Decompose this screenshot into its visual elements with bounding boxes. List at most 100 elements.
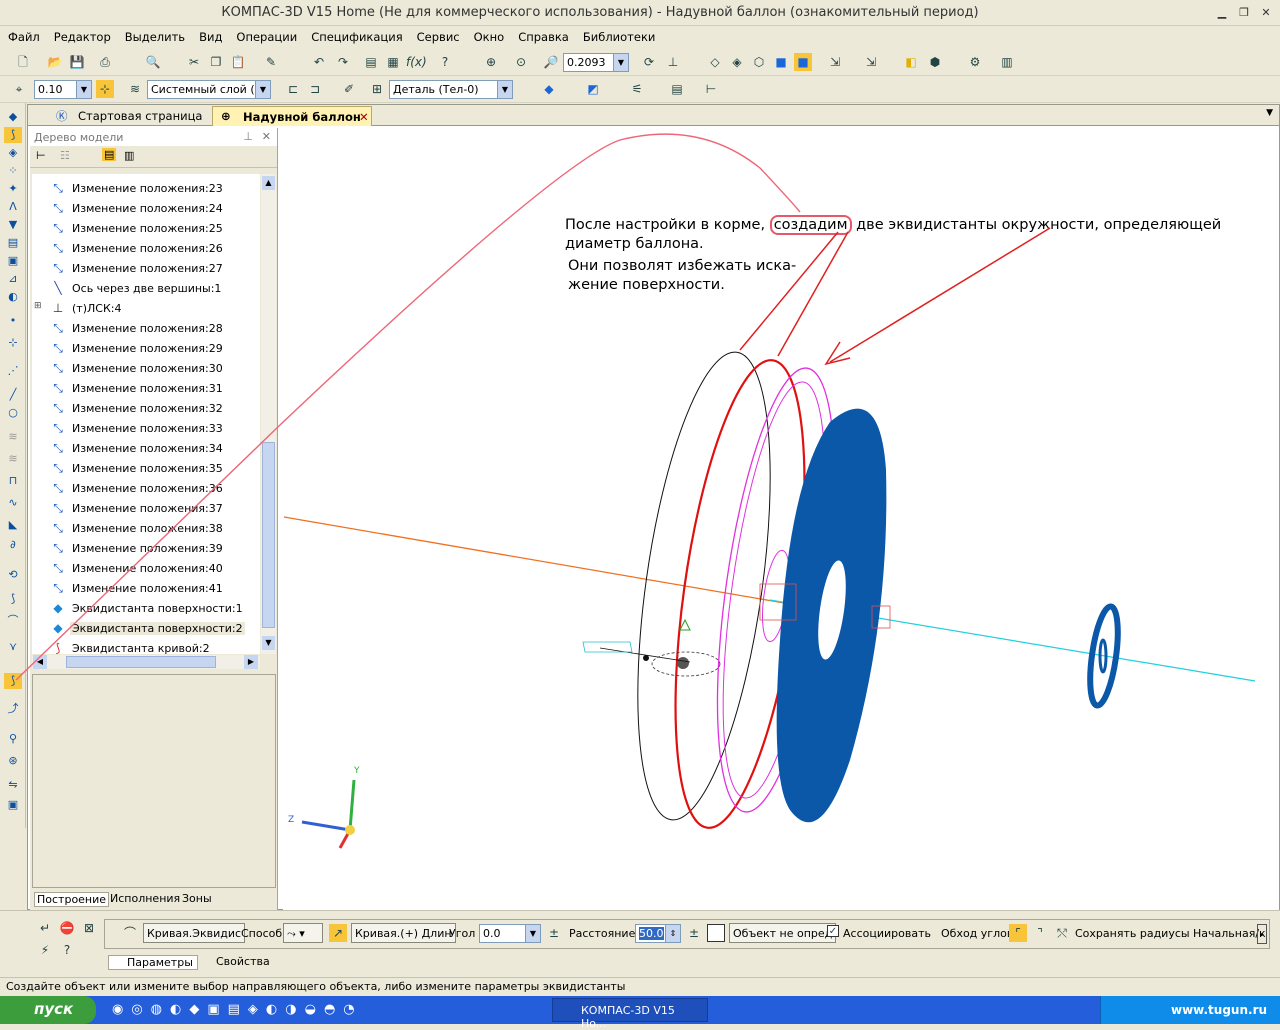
- properties-icon[interactable]: ▥: [998, 53, 1016, 71]
- scroll-right-icon[interactable]: ▸: [1257, 924, 1267, 944]
- maximize-button[interactable]: ❐: [1236, 5, 1252, 20]
- bend-icon[interactable]: ⤴: [4, 701, 22, 717]
- round-corner-icon[interactable]: ⌜: [1009, 924, 1027, 942]
- menu-help[interactable]: Справка: [510, 27, 575, 44]
- manager-icon[interactable]: ▤: [362, 53, 380, 71]
- formula-curve-icon[interactable]: ∂: [4, 537, 22, 553]
- menu-libraries[interactable]: Библиотеки: [575, 27, 662, 44]
- curve-length-button[interactable]: Кривая.(+) Длин: [351, 923, 456, 943]
- menu-window[interactable]: Окно: [466, 27, 511, 44]
- create-object-icon[interactable]: ↵: [36, 919, 54, 937]
- sketch-icon[interactable]: ✐: [340, 80, 358, 98]
- layers-icon[interactable]: ⬢: [926, 53, 944, 71]
- spline-icon[interactable]: ∿: [4, 495, 22, 511]
- tree-item[interactable]: ⤡ Изменение положения:31: [32, 378, 260, 398]
- line-icon[interactable]: ╱: [4, 387, 22, 403]
- surface-icon[interactable]: ⚟: [628, 80, 646, 98]
- spatial-curves-icon[interactable]: ⟆: [4, 127, 22, 143]
- tree-item[interactable]: ⤡ Изменение положения:37: [32, 498, 260, 518]
- detail-combo[interactable]: Деталь (Тел-0) ▼: [389, 80, 513, 99]
- table-icon[interactable]: ▤: [668, 80, 686, 98]
- points-group-icon[interactable]: ⋰: [4, 363, 22, 379]
- scroll-thumb[interactable]: [262, 442, 275, 628]
- part-icon[interactable]: ⊞: [368, 80, 386, 98]
- helix-icon[interactable]: ≋: [4, 429, 22, 445]
- function-icon[interactable]: f(x): [406, 53, 427, 71]
- menu-edit[interactable]: Редактор: [46, 27, 117, 44]
- scroll-left-icon[interactable]: ◀: [33, 655, 47, 669]
- new-file-icon[interactable]: 🗋: [14, 53, 32, 71]
- tree-item[interactable]: ⤡ Изменение положения:39: [32, 538, 260, 558]
- tree-item[interactable]: ⤡ Изменение положения:41: [32, 578, 260, 598]
- tree-item[interactable]: ⤡ Изменение положения:28: [32, 318, 260, 338]
- stop-icon[interactable]: ⛔: [58, 919, 76, 937]
- split-icon[interactable]: ▣: [4, 797, 22, 813]
- rotate-icon[interactable]: ⟳: [640, 53, 658, 71]
- object-checkbox[interactable]: [707, 924, 725, 942]
- chevron-down-icon[interactable]: ▼: [76, 81, 91, 98]
- projection-icon[interactable]: ⋎: [4, 639, 22, 655]
- tree-item[interactable]: ╲ Ось через две вершины:1: [32, 278, 260, 298]
- zoom-fit-icon[interactable]: ⊙: [512, 53, 530, 71]
- layer-combo[interactable]: Системный слой (0) ▼: [147, 80, 271, 99]
- curve-offset-icon[interactable]: ⟆: [4, 591, 22, 607]
- scroll-right-icon[interactable]: ▶: [244, 655, 258, 669]
- tree-item[interactable]: ⤡ Изменение положения:33: [32, 418, 260, 438]
- edit-details-icon[interactable]: ◆: [4, 109, 22, 125]
- specification-icon[interactable]: ▤: [4, 235, 22, 251]
- material-icon[interactable]: ◩: [584, 80, 602, 98]
- elements-icon[interactable]: ⊿: [4, 271, 22, 287]
- tree-mode-icon[interactable]: ▤: [102, 148, 117, 161]
- sharp-corner-icon[interactable]: ⌝: [1031, 924, 1049, 942]
- wireframe-icon[interactable]: ◇: [706, 53, 724, 71]
- keep-radius-icon[interactable]: ⤲: [1053, 924, 1071, 942]
- hidden-lines-icon[interactable]: ◈: [728, 53, 746, 71]
- undo-icon[interactable]: ↶: [310, 53, 328, 71]
- dimension-icon[interactable]: ⊢: [702, 80, 720, 98]
- save-icon[interactable]: 💾: [68, 53, 86, 71]
- measure-icon[interactable]: Λ: [4, 199, 22, 215]
- distance-toggle-icon[interactable]: ±: [685, 924, 703, 942]
- tree-item[interactable]: ⤡ Изменение положения:36: [32, 478, 260, 498]
- expand-icon[interactable]: ⊞: [34, 301, 42, 311]
- shaded-edges-icon[interactable]: ■: [794, 53, 812, 71]
- stepper-icon[interactable]: ⇕: [665, 925, 680, 942]
- library-icon[interactable]: ⚙: [966, 53, 984, 71]
- tree-item[interactable]: ⤡ Изменение положения:24: [32, 198, 260, 218]
- tree-view-icon[interactable]: ☷: [60, 149, 70, 162]
- orientation-icon[interactable]: ⊥: [664, 53, 682, 71]
- contour-icon[interactable]: ⚲: [4, 731, 22, 747]
- object-button[interactable]: Объект не опред: [729, 923, 837, 943]
- reports-icon[interactable]: ▣: [4, 253, 22, 269]
- tree-item[interactable]: ⊥ (т)ЛСК:4 ⊞: [32, 298, 260, 318]
- snap-icon[interactable]: ⇲: [862, 53, 880, 71]
- redo-icon[interactable]: ↷: [334, 53, 352, 71]
- curve-button[interactable]: Кривая.Эквидис: [143, 923, 246, 943]
- arrays-icon[interactable]: ⁘: [4, 163, 22, 179]
- associate-checkbox[interactable]: ✓: [827, 925, 839, 937]
- menu-file[interactable]: Файл: [0, 27, 46, 44]
- zoom-combo[interactable]: 0.2093 ▼: [563, 53, 629, 72]
- lcs-icon[interactable]: ⊏: [284, 80, 302, 98]
- tree-horizontal-scrollbar[interactable]: ◀ ▶: [32, 655, 260, 669]
- circle-icon[interactable]: ○: [4, 405, 22, 421]
- sheet-icon[interactable]: ◐: [4, 289, 22, 305]
- connect-curve-icon[interactable]: ⟲: [4, 567, 22, 583]
- menu-view[interactable]: Вид: [191, 27, 228, 44]
- quick-launch[interactable]: ◉◎◍◐◆▣▤◈◐◑◒◓◔: [112, 1002, 363, 1017]
- tab-start-page[interactable]: Ⓚ Стартовая страница: [48, 106, 208, 126]
- angle-toggle-icon[interactable]: ±: [545, 924, 563, 942]
- calculator-icon[interactable]: ▦: [384, 53, 402, 71]
- shaded-icon[interactable]: ■: [772, 53, 790, 71]
- direction-icon[interactable]: ↗: [329, 924, 347, 942]
- tree-item[interactable]: ⤡ Изменение положения:27: [32, 258, 260, 278]
- tree-item[interactable]: ⤡ Изменение положения:25: [32, 218, 260, 238]
- open-file-icon[interactable]: 📂: [46, 53, 64, 71]
- isocurve-icon[interactable]: ⊛: [4, 753, 22, 769]
- tree-item[interactable]: ⟆ Эквидистанта кривой:2: [32, 638, 260, 654]
- pin-icon[interactable]: ⊥: [243, 130, 253, 143]
- tree-item[interactable]: ⤡ Изменение положения:29: [32, 338, 260, 358]
- intersection-icon[interactable]: ⇋: [4, 777, 22, 793]
- angle-field[interactable]: 0.0 ▼: [479, 924, 541, 943]
- model-viewport[interactable]: После настройки в корме, создадим две эк…: [283, 128, 1279, 911]
